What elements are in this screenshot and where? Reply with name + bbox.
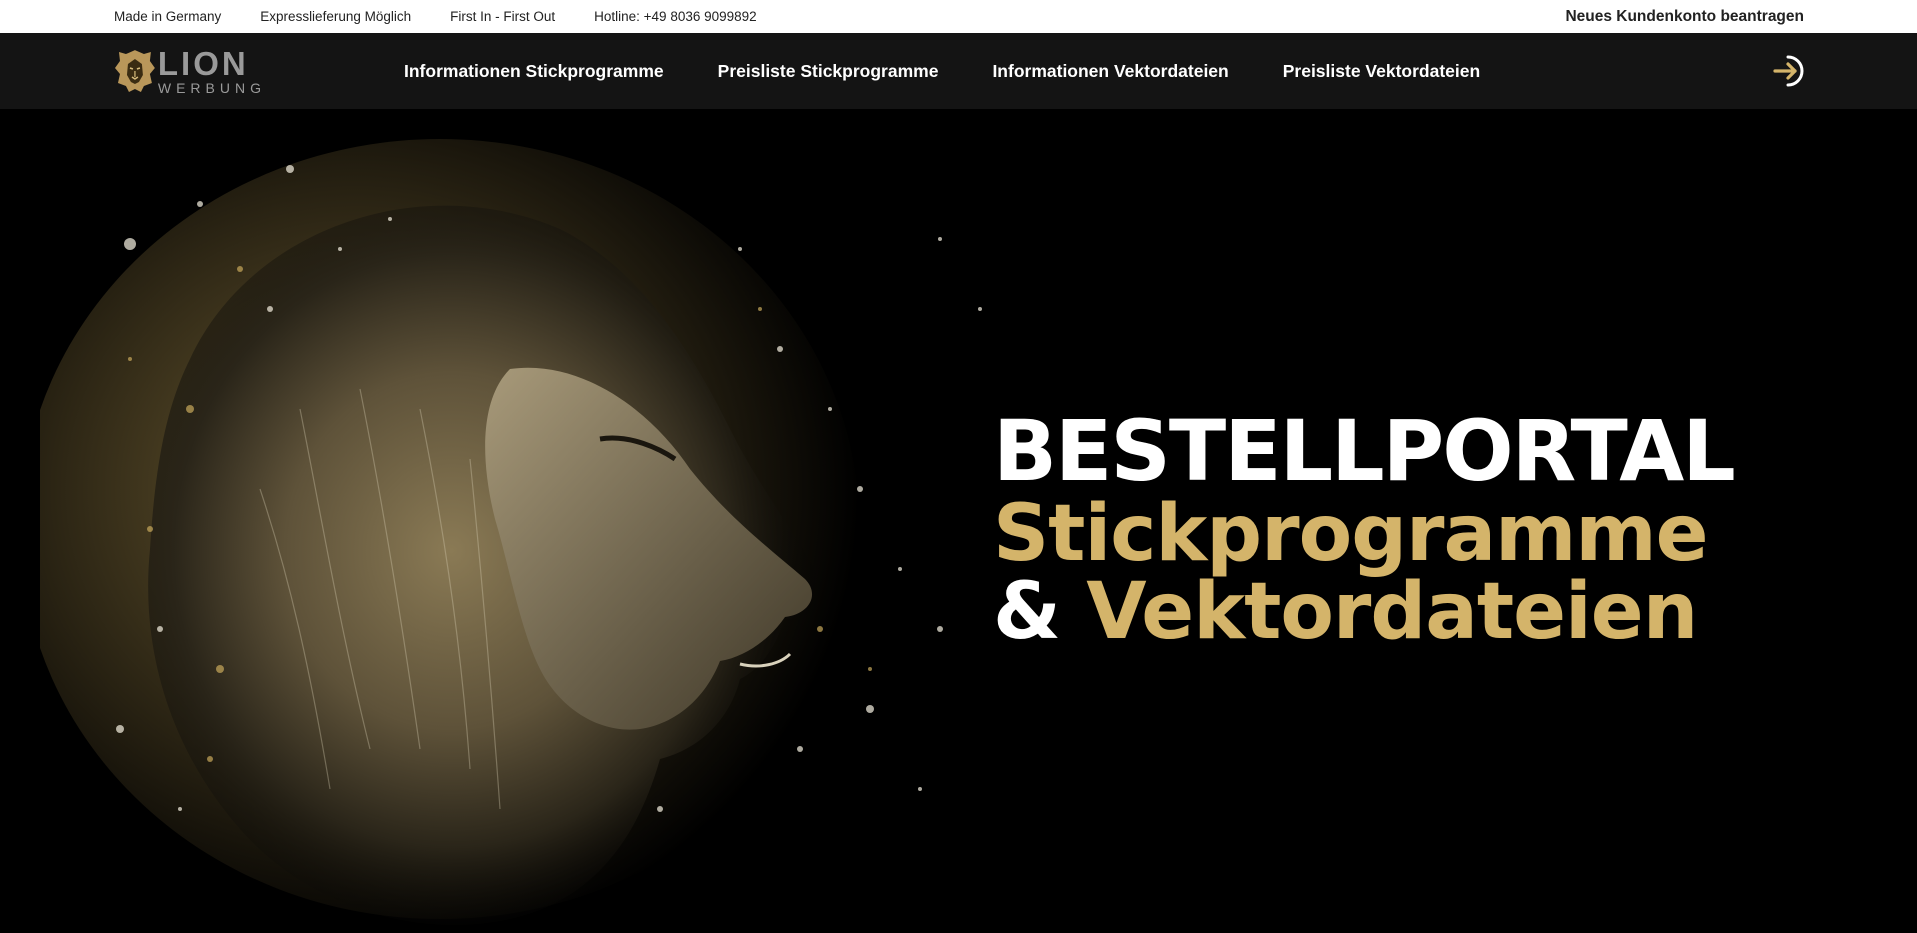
logo-text: LION WERBUNG: [158, 47, 266, 95]
logo-line1: LION: [157, 45, 249, 82]
main-nav: Informationen Stickprogramme Preisliste …: [404, 33, 1534, 109]
new-account-link[interactable]: Neues Kundenkonto beantragen: [1565, 0, 1804, 33]
info-made-in-germany: Made in Germany: [114, 9, 222, 24]
lion-head-icon: [114, 50, 155, 92]
info-express-delivery: Expresslieferung Möglich: [260, 9, 412, 24]
hero-subtitle-line1: Stickprogramme: [993, 489, 1709, 579]
hero-banner: BESTELLPORTAL Stickprogramme & Vektordat…: [0, 109, 1917, 933]
hero-subtitle-line2: & Vektordateien: [993, 572, 1734, 652]
hero-title: BESTELLPORTAL: [993, 402, 1736, 500]
logo-line2: WERBUNG: [157, 80, 266, 96]
hero-headline: BESTELLPORTAL Stickprogramme & Vektordat…: [993, 402, 1736, 652]
login-arrow-icon[interactable]: [1772, 53, 1808, 89]
nav-info-stickprogramme[interactable]: Informationen Stickprogramme: [404, 61, 664, 82]
top-info-list: Made in Germany Expresslieferung Möglich…: [114, 0, 796, 33]
hero-vektordateien: Vektordateien: [1086, 567, 1698, 657]
main-navbar: LION WERBUNG Informationen Stickprogramm…: [0, 33, 1917, 109]
lion-splash-illustration: [40, 139, 982, 926]
top-info-bar: Made in Germany Expresslieferung Möglich…: [0, 0, 1917, 33]
info-first-in-first-out: First In - First Out: [450, 9, 556, 24]
logo[interactable]: LION WERBUNG: [114, 46, 266, 96]
nav-info-vektordateien[interactable]: Informationen Vektordateien: [992, 61, 1228, 82]
nav-preisliste-stickprogramme[interactable]: Preisliste Stickprogramme: [718, 61, 939, 82]
hero-ampersand: &: [993, 567, 1061, 657]
info-hotline: Hotline: +49 8036 9099892: [594, 9, 757, 24]
nav-preisliste-vektordateien[interactable]: Preisliste Vektordateien: [1283, 61, 1480, 82]
